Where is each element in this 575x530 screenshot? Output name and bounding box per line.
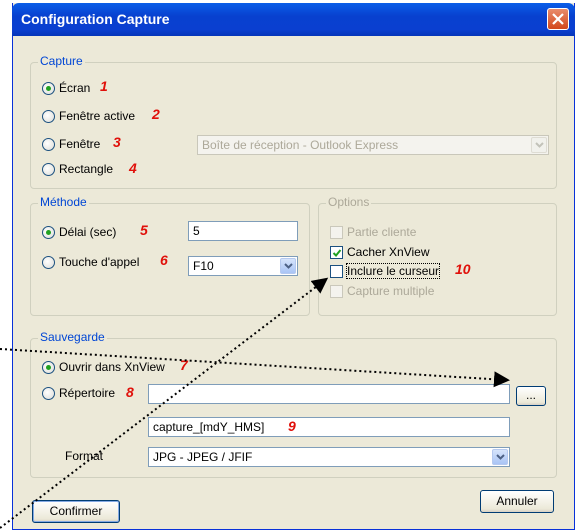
marker-10: 10 xyxy=(455,261,471,277)
browse-button-label: ... xyxy=(525,388,536,402)
window-title: Configuration Capture xyxy=(21,11,170,27)
chevron-down-icon xyxy=(492,449,508,465)
checkbox-partie-cliente[interactable]: Partie cliente xyxy=(330,225,416,239)
checkbox-inclure-curseur[interactable]: Inclure le curseur xyxy=(330,263,441,279)
radio-ouvrir-xnview-label: Ouvrir dans XnView xyxy=(59,360,165,374)
browse-button[interactable]: ... xyxy=(516,386,546,406)
directory-input[interactable] xyxy=(148,384,510,404)
checkbox-capture-multiple-label: Capture multiple xyxy=(347,284,435,298)
marker-6: 6 xyxy=(160,252,168,268)
format-label: Format xyxy=(65,449,104,463)
radio-delai-indicator xyxy=(42,225,55,239)
radio-delai-label: Délai (sec) xyxy=(59,225,117,239)
radio-fenetre-label: Fenêtre xyxy=(59,137,101,151)
radio-rectangle[interactable]: Rectangle xyxy=(42,162,113,176)
radio-ouvrir-xnview-indicator xyxy=(42,360,55,374)
marker-1: 1 xyxy=(100,78,108,94)
chevron-down-icon xyxy=(280,258,296,274)
radio-touche-label: Touche d'appel xyxy=(59,255,140,269)
marker-3: 3 xyxy=(113,134,121,150)
radio-rectangle-indicator xyxy=(42,162,55,176)
marker-9: 9 xyxy=(288,418,296,434)
filename-input[interactable]: capture_[mdY_HMS] xyxy=(148,417,510,437)
radio-ecran[interactable]: Écran xyxy=(42,81,90,95)
marker-4: 4 xyxy=(129,160,137,176)
marker-5: 5 xyxy=(140,222,148,238)
close-button[interactable] xyxy=(547,8,569,30)
radio-delai[interactable]: Délai (sec) xyxy=(42,225,116,239)
checkbox-partie-cliente-label: Partie cliente xyxy=(347,225,417,239)
radio-ecran-indicator xyxy=(42,81,55,95)
delay-input-value: 5 xyxy=(193,224,200,238)
confirm-button-label: Confirmer xyxy=(49,504,103,518)
confirm-button[interactable]: Confirmer xyxy=(32,500,120,523)
capture-legend: Capture xyxy=(38,54,85,68)
checkbox-inclure-curseur-label: Inclure le curseur xyxy=(345,263,441,279)
radio-ecran-label: Écran xyxy=(59,81,91,95)
checkbox-cacher-xnview[interactable]: Cacher XnView xyxy=(330,245,430,259)
radio-rectangle-label: Rectangle xyxy=(59,162,114,176)
cancel-button-label: Annuler xyxy=(496,494,538,508)
radio-repertoire[interactable]: Répertoire xyxy=(42,386,115,400)
radio-ouvrir-xnview[interactable]: Ouvrir dans XnView xyxy=(42,360,165,374)
radio-fenetre-active[interactable]: Fenêtre active xyxy=(42,109,135,123)
filename-input-value: capture_[mdY_HMS] xyxy=(153,420,265,434)
hotkey-select-value: F10 xyxy=(193,259,214,273)
format-select[interactable]: JPG - JPEG / JFIF xyxy=(148,447,510,467)
sauvegarde-legend: Sauvegarde xyxy=(38,330,107,344)
checkbox-cacher-xnview-box xyxy=(330,245,343,259)
window-select[interactable]: Boîte de réception - Outlook Express xyxy=(197,135,549,155)
radio-fenetre-active-label: Fenêtre active xyxy=(59,109,136,123)
marker-7: 7 xyxy=(180,357,188,373)
checkbox-cacher-xnview-label: Cacher XnView xyxy=(347,245,430,259)
window-select-value: Boîte de réception - Outlook Express xyxy=(202,138,399,152)
radio-fenetre-indicator xyxy=(42,137,55,151)
radio-fenetre-active-indicator xyxy=(42,109,55,123)
radio-fenetre[interactable]: Fenêtre xyxy=(42,137,100,151)
checkbox-inclure-curseur-box xyxy=(330,264,343,278)
cancel-button[interactable]: Annuler xyxy=(480,490,554,513)
chevron-down-icon xyxy=(531,137,547,153)
methode-legend: Méthode xyxy=(38,195,89,209)
radio-repertoire-label: Répertoire xyxy=(59,386,116,400)
title-bar[interactable]: Configuration Capture xyxy=(12,3,575,36)
radio-touche-indicator xyxy=(42,255,55,269)
checkbox-capture-multiple-box xyxy=(330,284,343,298)
hotkey-select[interactable]: F10 xyxy=(188,256,298,276)
checkbox-partie-cliente-box xyxy=(330,225,343,239)
checkbox-capture-multiple[interactable]: Capture multiple xyxy=(330,284,434,298)
format-select-value: JPG - JPEG / JFIF xyxy=(153,450,253,464)
options-group xyxy=(318,203,557,316)
options-legend: Options xyxy=(326,195,372,209)
radio-repertoire-indicator xyxy=(42,386,55,400)
radio-touche[interactable]: Touche d'appel xyxy=(42,255,139,269)
marker-8: 8 xyxy=(126,384,134,400)
delay-input[interactable]: 5 xyxy=(188,221,298,241)
marker-2: 2 xyxy=(152,106,160,122)
